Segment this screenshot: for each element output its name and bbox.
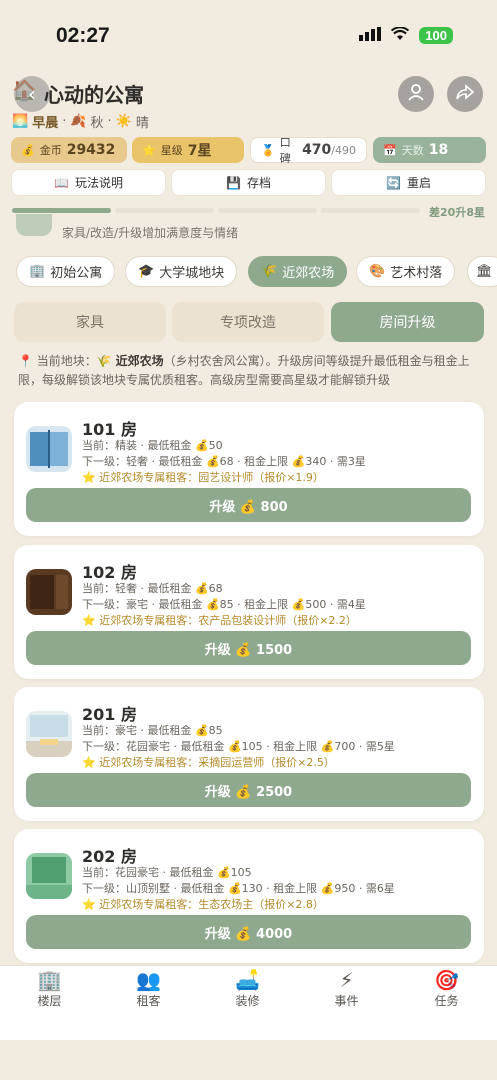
room-next-level: 下一级：山顶别墅 · 最低租金 💰130 · 租金上限 💰950 · 需6星	[82, 882, 395, 895]
area-chip-art-village[interactable]: 🎨 艺术村落	[356, 256, 456, 287]
room-card-202: 202 房 当前：花园豪宅 · 最低租金 💰105 下一级：山顶别墅 · 最低租…	[14, 829, 484, 963]
bottom-nav: 🏢 楼层 👥 租客 🛋️ 装修 ⚡ 事件 🎯 任务	[0, 965, 497, 1040]
people-icon: 👥	[136, 968, 161, 992]
palette-icon: 🎨	[369, 264, 386, 279]
room-thumbnail	[26, 711, 72, 757]
room-tenant-unlock: ⭐ 近郊农场专属租客：农产品包装设计师（报价×2.2）	[82, 614, 357, 627]
period-label: 早晨	[32, 116, 59, 131]
calendar-icon: 📅	[383, 143, 397, 157]
room-tenant-unlock: ⭐ 近郊农场专属租客：采摘园运营师（报价×2.5）	[82, 756, 335, 769]
time-weather-line: 🌅 早晨 · 🍂 秋 · ☀️ 晴	[12, 114, 149, 131]
room-current: 当前：豪宅 · 最低租金 💰85	[82, 724, 223, 737]
nav-tenants[interactable]: 👥 租客	[99, 968, 198, 1009]
upgrade-button[interactable]: 升级 💰 800	[26, 488, 471, 522]
floppy-icon: 💾	[226, 175, 241, 190]
sun-icon: ☀️	[115, 114, 132, 129]
tab-renovation[interactable]: 专项改造	[172, 302, 324, 342]
room-card-101: 101 房 当前：精装 · 最低租金 💰50 下一级：轻奢 · 最低租金 💰68…	[14, 402, 484, 536]
coins-stat: 💰 金币 29432	[11, 137, 127, 163]
battery-indicator: 100	[419, 27, 453, 44]
room-thumbnail	[26, 569, 72, 615]
temple-icon: 🏛	[476, 264, 493, 279]
nav-decorate[interactable]: 🛋️ 装修	[198, 968, 297, 1009]
reputation-value: 470	[302, 142, 332, 158]
reputation-stat: 🏅 口碑 470/490	[250, 136, 367, 165]
signal-icon	[359, 26, 382, 45]
area-chip-initial[interactable]: 🏢 初始公寓	[16, 256, 116, 287]
room-current: 当前：精装 · 最低租金 💰50	[82, 439, 223, 452]
home-indicator-area	[0, 1040, 497, 1080]
star-progress-segment	[321, 208, 420, 213]
stars-stat: ⭐ 星级 7星	[132, 137, 244, 163]
room-tenant-unlock: ⭐ 近郊农场专属租客：生态农场主（报价×2.8）	[82, 898, 324, 911]
room-card-201: 201 房 当前：豪宅 · 最低租金 💰85 下一级：花园豪宅 · 最低租金 💰…	[14, 687, 484, 821]
profile-button[interactable]	[398, 76, 434, 112]
wifi-icon	[391, 26, 410, 45]
leaf-icon: 🍂	[70, 114, 87, 129]
restart-button[interactable]: 🔄 重启	[331, 169, 486, 196]
share-icon	[455, 82, 475, 107]
sunrise-icon: 🌅	[12, 114, 29, 129]
status-indicators: 100	[359, 26, 453, 45]
lightning-icon: ⚡	[339, 968, 354, 992]
building-icon: 🏢	[29, 264, 46, 279]
share-button[interactable]	[447, 76, 483, 112]
section-hint: 家具/改造/升级增加满意度与情绪	[62, 226, 239, 240]
room-tenant-unlock: ⭐ 近郊农场专属租客：园艺设计师（报价×1.9）	[82, 471, 324, 484]
coins-value: 29432	[66, 142, 116, 158]
tool-icon	[16, 214, 52, 236]
money-bag-icon: 💰	[21, 143, 35, 157]
area-chip-university[interactable]: 🎓 大学城地块	[125, 256, 238, 287]
save-button[interactable]: 💾 存档	[171, 169, 326, 196]
room-thumbnail	[26, 426, 72, 472]
tab-room-upgrade[interactable]: 房间升级	[331, 302, 484, 342]
pin-icon: 📍	[18, 354, 33, 368]
medal-icon: 🏅	[261, 143, 275, 157]
sofa-icon: 🛋️	[235, 968, 260, 992]
room-next-level: 下一级：豪宅 · 最低租金 💰85 · 租金上限 💰500 · 需4星	[82, 598, 366, 611]
star-progress-label: 差20升8星	[429, 206, 485, 219]
star-progress-fill	[12, 208, 111, 213]
star-progress-segment	[115, 208, 214, 213]
room-next-level: 下一级：花园豪宅 · 最低租金 💰105 · 租金上限 💰700 · 需5星	[82, 740, 395, 753]
star-progress-segment	[218, 208, 317, 213]
tab-furniture[interactable]: 家具	[14, 302, 166, 342]
nav-tasks[interactable]: 🎯 任务	[397, 968, 496, 1009]
day-stat: 📅 天数 18	[373, 137, 486, 163]
book-icon: 📖	[54, 175, 69, 190]
user-icon	[406, 82, 426, 107]
nav-events[interactable]: ⚡ 事件	[297, 968, 396, 1009]
target-icon: 🎯	[434, 968, 459, 992]
stars-value: 7星	[187, 143, 212, 159]
room-card-102: 102 房 当前：轻奢 · 最低租金 💰68 下一级：豪宅 · 最低租金 💰85…	[14, 545, 484, 679]
area-chip-farm[interactable]: 🌾 近郊农场	[248, 256, 348, 287]
room-next-level: 下一级：轻奢 · 最低租金 💰68 · 租金上限 💰340 · 需3星	[82, 455, 366, 468]
building-icon: 🏢	[37, 968, 62, 992]
page-title: 心动的公寓	[44, 83, 144, 107]
area-chip-more[interactable]: 🏛	[467, 256, 497, 287]
guide-button[interactable]: 📖 玩法说明	[11, 169, 166, 196]
status-time: 02:27	[56, 24, 110, 47]
season-label: 秋	[90, 116, 104, 131]
wheat-icon: 🌾	[96, 354, 112, 368]
star-icon: ⭐	[142, 143, 156, 157]
day-value: 18	[428, 142, 449, 158]
room-thumbnail	[26, 853, 72, 899]
graduation-cap-icon: 🎓	[138, 264, 155, 279]
room-current: 当前：轻奢 · 最低租金 💰68	[82, 582, 223, 595]
refresh-icon: 🔄	[386, 175, 401, 190]
room-current: 当前：花园豪宅 · 最低租金 💰105	[82, 866, 252, 879]
upgrade-button[interactable]: 升级 💰 1500	[26, 631, 471, 665]
nav-floors[interactable]: 🏢 楼层	[0, 968, 99, 1009]
weather-label: 晴	[135, 116, 149, 131]
chevron-left-icon: ‹	[28, 82, 36, 106]
location-description: 📍 当前地块：🌾 近郊农场（乡村农舍风公寓）。升级房间等级提升最低租金与租金上限…	[18, 354, 470, 387]
upgrade-button[interactable]: 升级 💰 4000	[26, 915, 471, 949]
upgrade-button[interactable]: 升级 💰 2500	[26, 773, 471, 807]
wheat-icon: 🌾	[261, 264, 278, 279]
